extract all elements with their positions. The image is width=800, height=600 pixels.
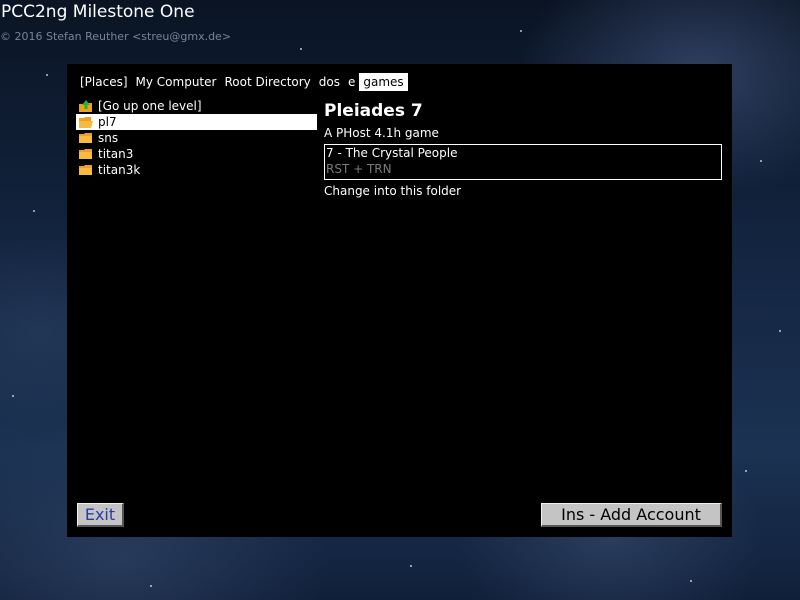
list-item-label: sns <box>98 131 119 145</box>
star <box>745 470 747 472</box>
star <box>46 74 48 76</box>
list-item-pl7[interactable]: pl7 <box>76 114 317 130</box>
crumb-root-directory[interactable]: Root Directory <box>220 73 314 91</box>
crumb-my-computer[interactable]: My Computer <box>132 73 221 91</box>
folder-open-icon <box>79 117 93 128</box>
star <box>520 30 522 32</box>
player-files: RST + TRN <box>326 162 392 176</box>
crumb-places[interactable]: [Places] <box>76 73 132 91</box>
player-name: 7 - The Crystal People <box>326 146 458 160</box>
list-item-label: titan3 <box>98 147 134 161</box>
star <box>12 395 14 397</box>
star <box>150 585 152 587</box>
add-account-button[interactable]: Ins - Add Account <box>541 503 722 527</box>
player-account-entry[interactable]: 7 - The Crystal People RST + TRN <box>324 144 722 180</box>
game-detail-panel: Pleiades 7 A PHost 4.1h game 7 - The Cry… <box>324 100 722 199</box>
folder-up-icon <box>79 100 92 112</box>
list-item-label: pl7 <box>98 115 117 129</box>
crumb-e[interactable]: e <box>344 73 359 91</box>
app-title: PCC2ng Milestone One <box>1 2 195 22</box>
crumb-games[interactable]: games <box>359 73 408 91</box>
exit-button[interactable]: Exit <box>77 503 124 527</box>
breadcrumb: [Places] My Computer Root Directory dos … <box>76 73 408 91</box>
star <box>760 160 762 162</box>
folder-icon <box>79 165 92 175</box>
crumb-dos[interactable]: dos <box>315 73 344 91</box>
star <box>690 580 692 582</box>
list-item-label: [Go up one level] <box>98 99 202 113</box>
list-item-titan3[interactable]: titan3 <box>76 146 317 162</box>
folder-icon <box>79 133 92 143</box>
star <box>33 210 35 212</box>
list-item-label: titan3k <box>98 163 141 177</box>
folder-icon <box>79 149 92 159</box>
game-subtitle: A PHost 4.1h game <box>324 126 439 140</box>
star <box>410 565 412 567</box>
desktop-background: { "app": { "title": "PCC2ng Milestone On… <box>0 0 800 600</box>
star <box>300 48 302 50</box>
list-item-go-up[interactable]: [Go up one level] <box>76 98 317 114</box>
copyright-notice: © 2016 Stefan Reuther <streu@gmx.de> <box>0 30 232 43</box>
browser-dialog: [Places] My Computer Root Directory dos … <box>67 64 732 537</box>
file-list: [Go up one level] pl7 sns titan3 titan3k <box>76 98 317 178</box>
action-hint: Change into this folder <box>324 184 462 198</box>
list-item-sns[interactable]: sns <box>76 130 317 146</box>
star <box>779 330 781 332</box>
game-title: Pleiades 7 <box>324 101 423 121</box>
list-item-titan3k[interactable]: titan3k <box>76 162 317 178</box>
